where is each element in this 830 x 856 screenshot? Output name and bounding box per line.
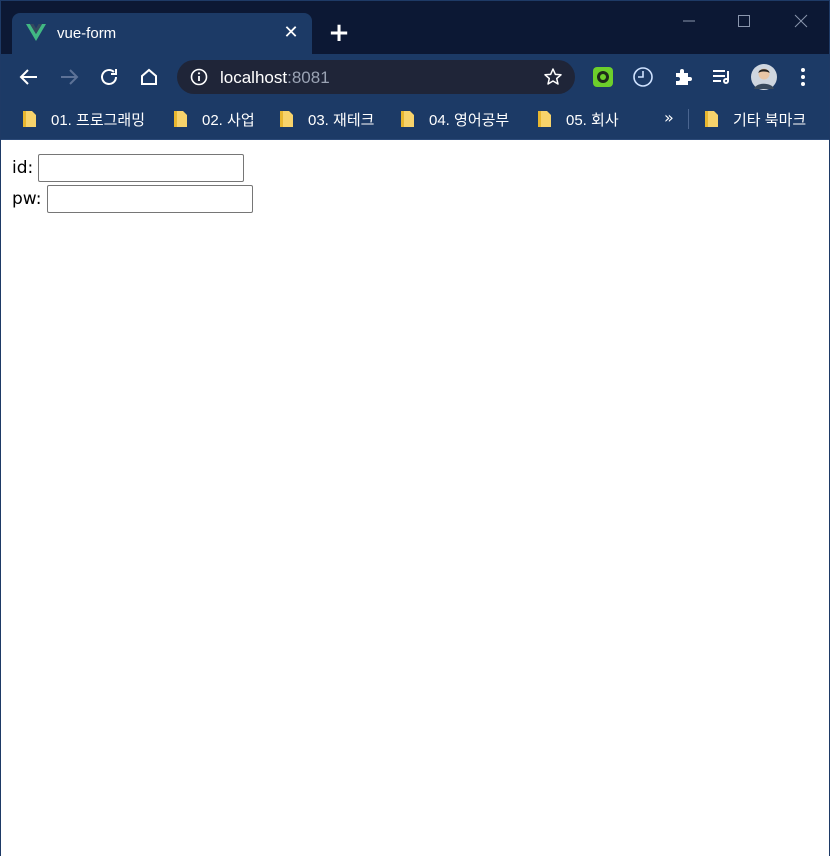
menu-dots-icon[interactable] bbox=[791, 65, 815, 89]
minimize-icon[interactable] bbox=[677, 9, 701, 33]
bookmark-folder-company[interactable]: 05. 회사 bbox=[537, 109, 619, 129]
folder-icon bbox=[280, 111, 293, 127]
new-tab-button[interactable]: + bbox=[326, 20, 352, 46]
folder-icon bbox=[174, 111, 187, 127]
pw-input[interactable] bbox=[46, 185, 253, 213]
browser-window: vue-form ✕ + localhost:8081 01. 프로그래밍 02… bbox=[0, 0, 830, 856]
bookmark-label: 05. 회사 bbox=[566, 111, 619, 129]
pw-row: pw: bbox=[12, 185, 253, 213]
bookmark-label: 01. 프로그래밍 bbox=[51, 111, 146, 129]
home-icon[interactable] bbox=[137, 65, 161, 89]
url-host: localhost bbox=[220, 68, 288, 87]
reload-icon[interactable] bbox=[97, 65, 121, 89]
extensions-puzzle-icon[interactable] bbox=[671, 65, 695, 89]
id-input[interactable] bbox=[38, 154, 245, 182]
bookmark-label: 03. 재테크 bbox=[308, 111, 375, 129]
id-row: id: bbox=[12, 154, 245, 182]
media-queue-icon[interactable] bbox=[710, 65, 734, 89]
browser-toolbar: localhost:8081 bbox=[1, 54, 829, 100]
folder-icon bbox=[705, 111, 718, 127]
bookmark-folder-programming[interactable]: 01. 프로그래밍 bbox=[22, 109, 145, 129]
url-text: localhost:8081 bbox=[220, 68, 330, 88]
bookmark-folder-other[interactable]: 기타 북마크 bbox=[704, 109, 806, 129]
window-close-icon[interactable] bbox=[789, 9, 813, 33]
tab-title: vue-form bbox=[57, 25, 117, 42]
back-arrow-icon[interactable] bbox=[17, 65, 41, 89]
folder-icon bbox=[538, 111, 551, 127]
tab-close-icon[interactable]: ✕ bbox=[281, 23, 301, 43]
vue-logo-icon bbox=[26, 24, 46, 41]
folder-icon bbox=[401, 111, 414, 127]
bookmarks-overflow-chevron[interactable]: » bbox=[664, 108, 674, 127]
bookmark-folder-business[interactable]: 02. 사업 bbox=[173, 109, 255, 129]
bookmarks-bar: 01. 프로그래밍 02. 사업 03. 재테크 04. 영어공부 05. 회사… bbox=[1, 100, 829, 140]
url-port: :8081 bbox=[287, 68, 330, 87]
bookmark-folder-finance[interactable]: 03. 재테크 bbox=[279, 109, 374, 129]
folder-icon bbox=[23, 111, 36, 127]
bookmarks-separator bbox=[688, 109, 689, 129]
tab-vue-form[interactable]: vue-form ✕ bbox=[12, 13, 312, 54]
site-info-icon[interactable] bbox=[190, 68, 208, 86]
page-content: id: pw: bbox=[1, 140, 829, 856]
bookmark-folder-english[interactable]: 04. 영어공부 bbox=[400, 109, 509, 129]
bookmark-label: 기타 북마크 bbox=[733, 111, 807, 129]
pw-label: pw: bbox=[12, 189, 42, 209]
tab-strip: vue-form ✕ + bbox=[1, 1, 829, 54]
profile-avatar[interactable] bbox=[750, 63, 778, 91]
extension-green-icon[interactable] bbox=[591, 65, 615, 89]
maximize-icon[interactable] bbox=[732, 9, 756, 33]
bookmark-star-icon[interactable] bbox=[543, 67, 563, 87]
clock-extension-icon[interactable] bbox=[631, 65, 655, 89]
bookmark-label: 02. 사업 bbox=[202, 111, 255, 129]
id-label: id: bbox=[12, 158, 34, 178]
address-bar[interactable]: localhost:8081 bbox=[177, 60, 575, 94]
forward-arrow-icon[interactable] bbox=[57, 65, 81, 89]
bookmark-label: 04. 영어공부 bbox=[429, 111, 510, 129]
